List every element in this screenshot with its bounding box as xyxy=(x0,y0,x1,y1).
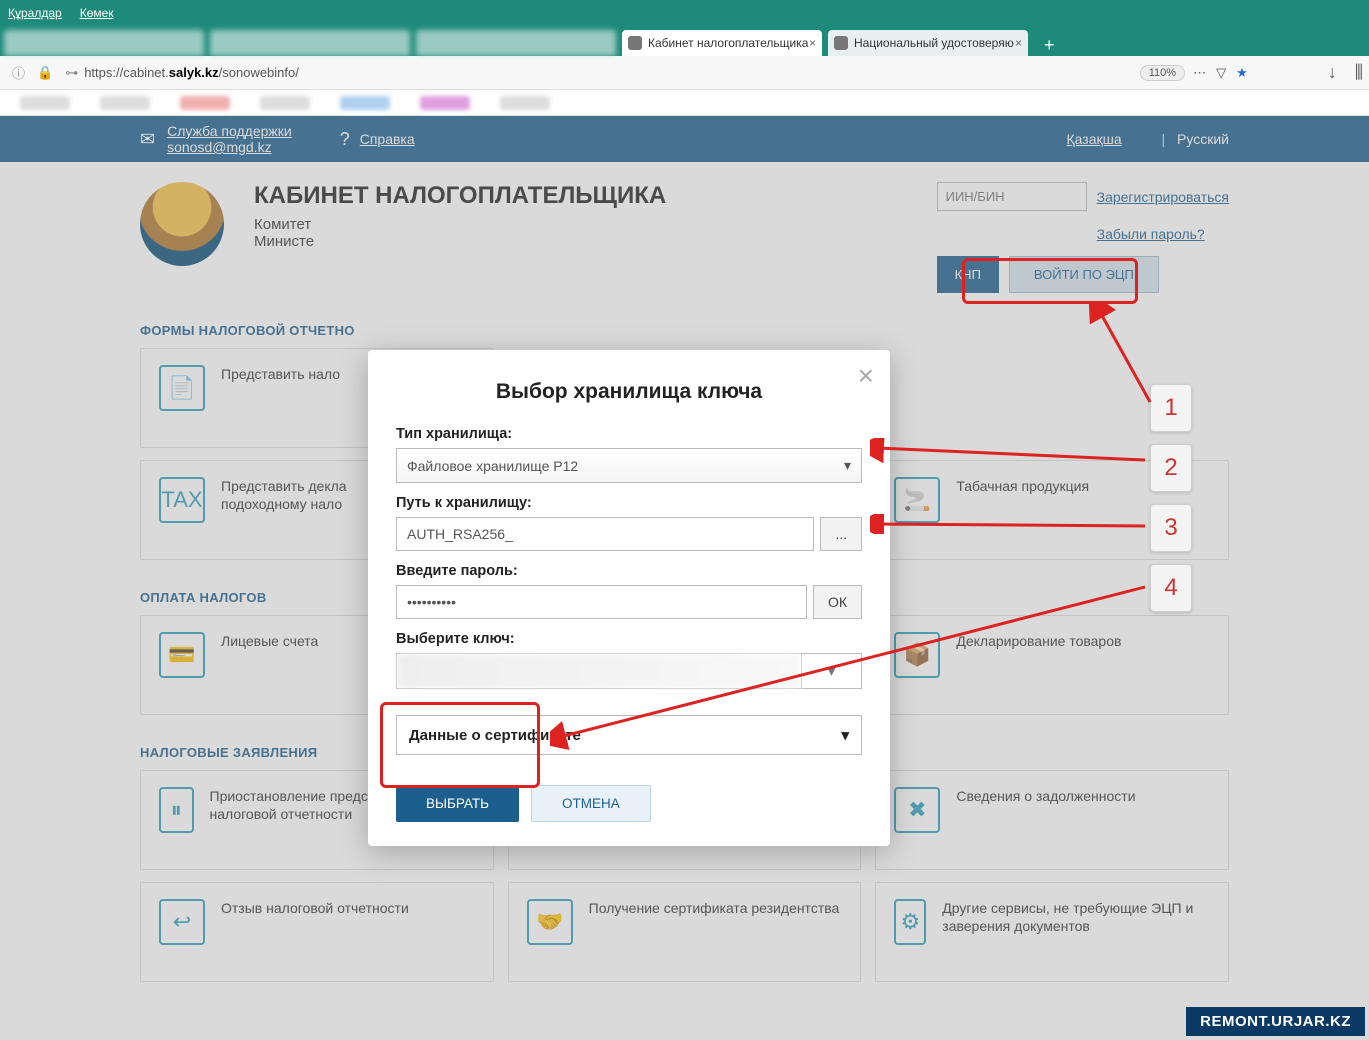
bookmark-star-icon[interactable]: ★ xyxy=(1236,65,1248,81)
label-password: Введите пароль: xyxy=(396,563,862,579)
tab-favicon xyxy=(628,36,642,50)
close-icon[interactable]: × xyxy=(858,360,874,392)
browse-button[interactable]: ... xyxy=(820,517,862,551)
annotation-arrow xyxy=(870,438,1150,468)
bookmark-item[interactable] xyxy=(500,96,550,110)
close-icon[interactable]: × xyxy=(1015,36,1022,50)
annotation-number: 4 xyxy=(1150,564,1192,612)
annotation-arrow xyxy=(870,514,1150,534)
menu-item[interactable]: Құралдар xyxy=(8,6,62,20)
url-text[interactable]: https://cabinet.salyk.kz/sonowebinfo/ xyxy=(84,65,1140,80)
downloads-icon[interactable]: ↓ xyxy=(1328,62,1337,83)
pocket-icon[interactable]: ▽ xyxy=(1216,65,1226,81)
bookmark-item[interactable] xyxy=(20,96,70,110)
tab-national-id[interactable]: Национальный удостоверяю × xyxy=(828,30,1028,56)
cancel-button[interactable]: ОТМЕНА xyxy=(531,785,651,822)
info-icon[interactable]: ⓘ xyxy=(12,63,25,82)
storage-type-select[interactable]: Файловое хранилище P12 ▾ xyxy=(396,448,862,483)
address-bar[interactable]: ⓘ 🔒 ⊶ https://cabinet.salyk.kz/sonowebin… xyxy=(0,56,1369,90)
bookmarks-bar xyxy=(0,90,1369,116)
annotation-arrow xyxy=(1040,302,1160,412)
annotation-number: 2 xyxy=(1150,444,1192,492)
library-icon[interactable]: ⫼ xyxy=(1355,62,1363,83)
bookmark-item[interactable] xyxy=(180,96,230,110)
tab-blurred[interactable] xyxy=(416,30,616,56)
bookmark-item[interactable] xyxy=(260,96,310,110)
zoom-indicator[interactable]: 110% xyxy=(1140,65,1185,81)
choose-button[interactable]: ВЫБРАТЬ xyxy=(396,785,519,822)
storage-path-input[interactable] xyxy=(396,517,814,551)
tabstrip: Кабинет налогоплательщика × Национальный… xyxy=(0,26,1369,56)
close-icon[interactable]: × xyxy=(809,36,816,50)
permissions-icon[interactable]: ⊶ xyxy=(65,65,78,81)
select-value: Файловое хранилище P12 xyxy=(407,458,578,474)
browser-menubar: Құралдар Көмек xyxy=(0,0,1369,26)
bookmark-item[interactable] xyxy=(340,96,390,110)
annotation-arrow xyxy=(550,582,1150,752)
label-storage-path: Путь к хранилищу: xyxy=(396,495,862,511)
new-tab-button[interactable]: + xyxy=(1034,35,1065,56)
watermark: REMONT.URJAR.KZ xyxy=(1186,1007,1365,1036)
chevron-down-icon: ▾ xyxy=(844,457,851,474)
bookmark-item[interactable] xyxy=(100,96,150,110)
tab-blurred[interactable] xyxy=(210,30,410,56)
tab-favicon xyxy=(834,36,848,50)
menu-item[interactable]: Көмек xyxy=(80,6,114,20)
modal-title: Выбор хранилища ключа xyxy=(396,380,862,404)
page-content: ✉ Служба поддержки sonosd@mgd.kz ? Справ… xyxy=(0,116,1369,1040)
label-storage-type: Тип хранилища: xyxy=(396,426,862,442)
annotation-number: 3 xyxy=(1150,504,1192,552)
tab-blurred[interactable] xyxy=(4,30,204,56)
tab-taxpayer-cabinet[interactable]: Кабинет налогоплательщика × xyxy=(622,30,822,56)
tab-label: Кабинет налогоплательщика xyxy=(648,36,808,50)
bookmark-item[interactable] xyxy=(420,96,470,110)
menu-dots-icon[interactable]: ⋯ xyxy=(1193,65,1206,81)
lock-icon: 🔒 xyxy=(37,65,53,81)
tab-label: Национальный удостоверяю xyxy=(854,36,1014,50)
